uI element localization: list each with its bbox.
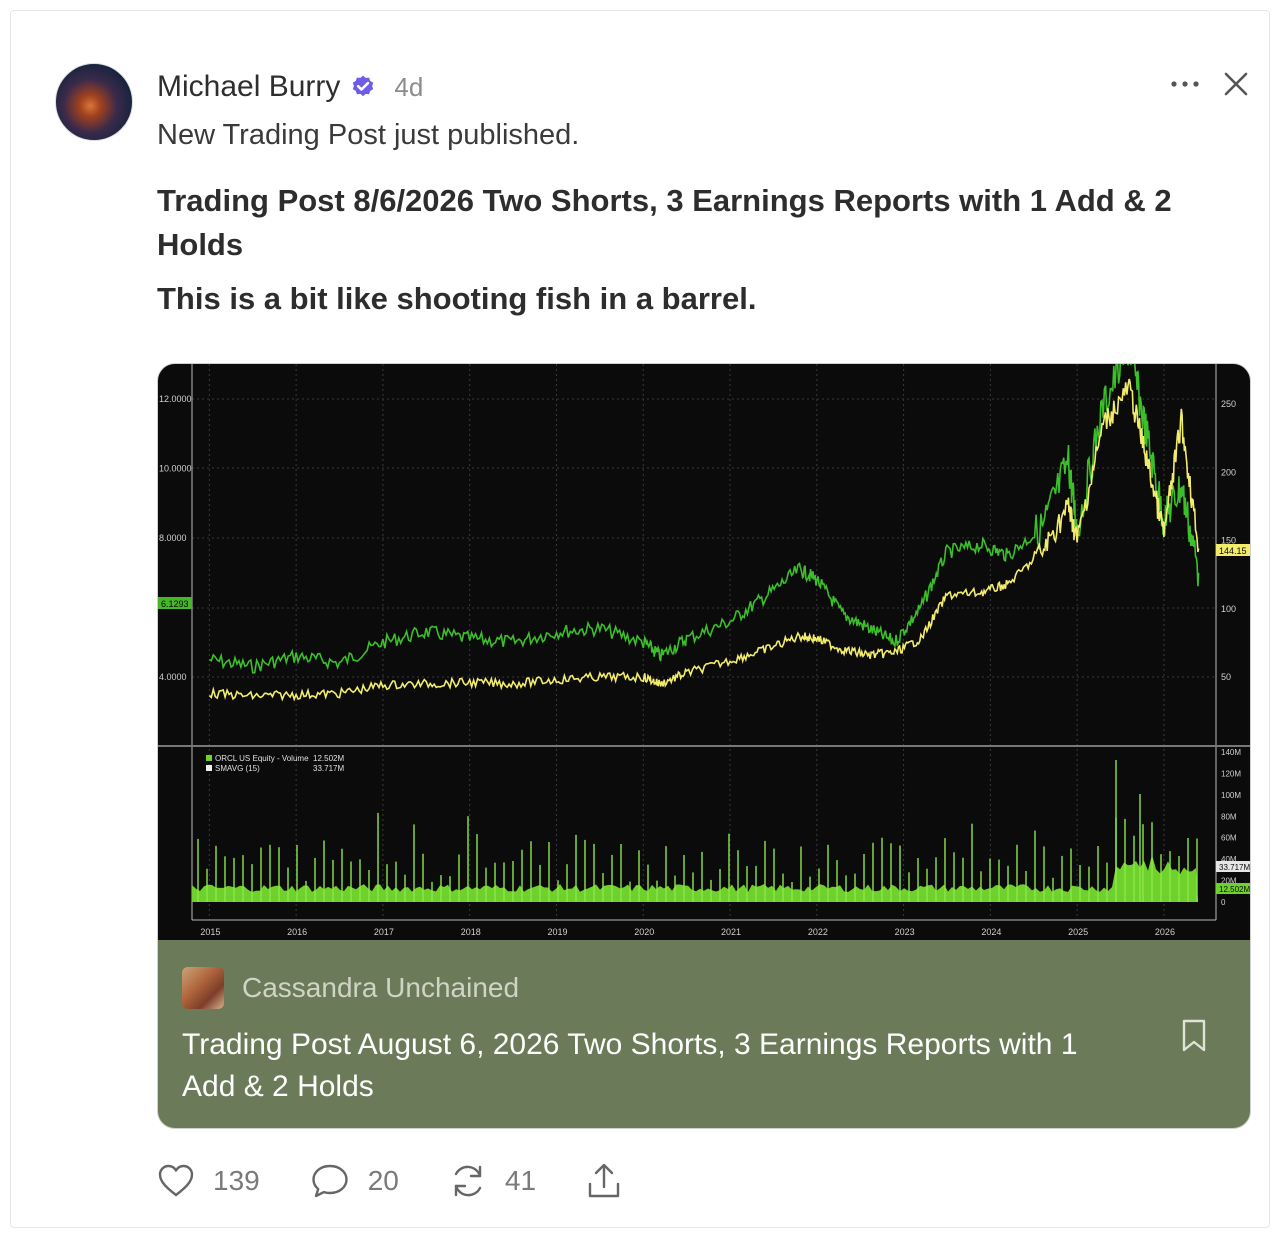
x-tick-label: 2026: [1155, 927, 1175, 937]
author-row: Michael Burry 4d: [157, 67, 423, 107]
verified-icon: [353, 75, 374, 97]
series-line-yellow: [208, 378, 1200, 702]
right-axis-marker: 144.15: [1219, 546, 1247, 556]
post-subtitle: This is a bit like shooting fish in a ba…: [157, 281, 757, 316]
left-axis-marker: 6.1293: [161, 599, 189, 609]
author-avatar[interactable]: [55, 63, 133, 141]
legend-swatch-volume: [206, 755, 212, 761]
comment-button[interactable]: 20: [310, 1162, 399, 1200]
comment-count: 20: [367, 1165, 399, 1196]
x-tick-label: 2015: [200, 927, 220, 937]
volume-marker-1: 33.717M: [1219, 863, 1250, 872]
volume-tick-label: 120M: [1221, 769, 1241, 778]
legend-smavg-value: 33.717M: [313, 764, 344, 773]
publication-name[interactable]: Cassandra Unchained: [242, 972, 519, 1004]
volume-tick-label: 80M: [1221, 812, 1237, 821]
left-tick-label: 8.0000: [159, 533, 187, 543]
embedded-post-card[interactable]: 12.0000 10.0000 8.0000 4.0000 250 200 150 100 5…: [157, 363, 1251, 1129]
legend-volume-value: 12.502M: [313, 754, 344, 763]
x-tick-label: 2019: [547, 927, 567, 937]
action-bar: 139 20 41: [157, 1159, 622, 1203]
left-tick-label: 12.0000: [159, 394, 192, 404]
x-tick-label: 2022: [808, 927, 828, 937]
left-tick-label: 4.0000: [159, 672, 187, 682]
right-tick-label: 200: [1221, 467, 1236, 477]
volume-marker-2: 12.502M: [1219, 885, 1250, 894]
comment-icon: [312, 1164, 348, 1198]
post-time: 4d: [394, 71, 424, 102]
x-tick-label: 2024: [981, 927, 1001, 937]
x-tick-label: 2018: [461, 927, 481, 937]
x-tick-label: 2020: [634, 927, 654, 937]
more-icon[interactable]: [1169, 69, 1201, 99]
stock-chart-svg: 12.000010.00008.00004.0000 2502001501005…: [158, 364, 1250, 937]
x-tick-label: 2023: [895, 927, 915, 937]
stock-chart: 12.0000 10.0000 8.0000 4.0000 250 200 150 100 5…: [158, 364, 1250, 940]
series-line-green: [208, 364, 1200, 674]
post-card: Michael Burry 4d New Trading Post just p…: [10, 10, 1270, 1228]
right-tick-label: 100: [1221, 604, 1236, 614]
close-icon[interactable]: [1221, 69, 1251, 99]
publication-row[interactable]: Cassandra Unchained: [182, 966, 519, 1010]
bookmark-icon[interactable]: [1180, 1018, 1208, 1054]
x-tick-label: 2017: [374, 927, 394, 937]
legend-smavg-label: SMAVG (15): [215, 764, 260, 773]
publication-logo: [182, 967, 224, 1009]
legend-volume-label: ORCL US Equity - Volume: [215, 754, 309, 763]
author-name[interactable]: Michael Burry: [157, 70, 340, 104]
volume-tick-label: 100M: [1221, 791, 1241, 800]
embedded-post-title[interactable]: Trading Post August 6, 2026 Two Shorts, …: [182, 1024, 1102, 1108]
volume-tick-label: 140M: [1221, 748, 1241, 757]
share-icon[interactable]: [586, 1162, 622, 1200]
volume-tick-label: 0: [1221, 898, 1226, 907]
left-tick-label: 10.0000: [159, 464, 192, 474]
post-intro: New Trading Post just published.: [157, 119, 580, 151]
legend-swatch-smavg: [206, 765, 212, 771]
volume-tick-label: 60M: [1221, 834, 1237, 843]
restack-button[interactable]: 41: [449, 1162, 536, 1200]
like-count: 139: [213, 1165, 260, 1196]
x-tick-label: 2016: [287, 927, 307, 937]
restack-count: 41: [504, 1165, 537, 1196]
post-title: Trading Post 8/6/2026 Two Shorts, 3 Earn…: [157, 183, 1172, 262]
heart-icon: [158, 1164, 194, 1197]
volume-area: [192, 854, 1198, 902]
x-tick-label: 2025: [1068, 927, 1088, 937]
right-tick-label: 250: [1221, 399, 1236, 409]
right-tick-label: 50: [1221, 672, 1231, 682]
x-tick-label: 2021: [721, 927, 741, 937]
like-button[interactable]: 139: [157, 1163, 260, 1199]
restack-icon: [454, 1165, 482, 1197]
